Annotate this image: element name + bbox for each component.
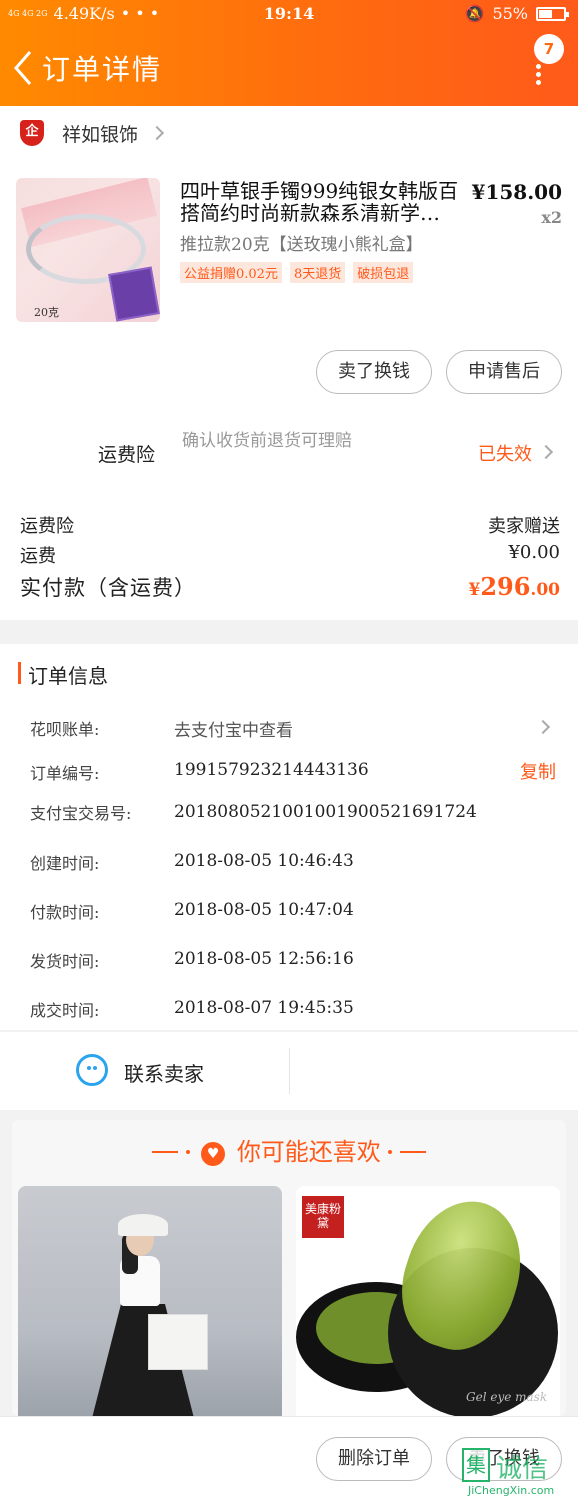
section-title: 订单信息 <box>28 664 108 688</box>
info-label: 付款时间: <box>30 903 100 922</box>
contact-seller-label: 联系卖家 <box>124 1062 204 1086</box>
watermark-text: 诚信 <box>496 1454 549 1484</box>
status-right: 🔕 55% <box>464 4 569 23</box>
total-integer: 296 <box>480 572 531 601</box>
message-count-badge[interactable]: 7 <box>534 34 564 64</box>
info-value: 2018080521001001900521691724 <box>174 802 477 822</box>
watermark-logo: 集 <box>462 1448 490 1482</box>
contact-seller-button[interactable]: 联系卖家 <box>0 1032 290 1110</box>
fee-value: 卖家赠送 <box>488 516 560 537</box>
fee-value: ¥0.00 <box>508 542 560 563</box>
info-label: 花呗账单: <box>30 720 100 739</box>
total-label: 实付款（含运费） <box>20 576 196 600</box>
store-logo-icon: 企 <box>20 120 44 146</box>
battery-fill <box>539 9 553 18</box>
total-amount: ¥296.00 <box>468 572 560 601</box>
title-line-right <box>400 1151 427 1153</box>
info-label: 创建时间: <box>30 854 100 873</box>
insurance-label: 运费险 <box>98 444 156 466</box>
info-value: 2018-08-05 10:46:43 <box>174 851 354 871</box>
info-value: 2018-08-05 12:56:16 <box>174 949 354 969</box>
insurance-description: 确认收货前退货可理赔 <box>182 431 352 451</box>
delete-order-button[interactable]: 删除订单 <box>316 1437 432 1481</box>
total-decimal: .00 <box>530 580 560 600</box>
info-label: 订单编号: <box>30 764 100 783</box>
bag-graphic <box>148 1314 208 1370</box>
more-menu-icon[interactable] <box>536 64 542 85</box>
product-sku: 推拉款20克【送玫瑰小熊礼盒】 <box>180 235 423 255</box>
title-dot-right <box>388 1150 393 1154</box>
recommend-title: 你可能还喜欢 <box>236 1138 381 1166</box>
copy-button[interactable]: 复制 <box>520 758 556 784</box>
product-image-caption: 20克 <box>34 306 59 319</box>
title-line-left <box>151 1151 178 1153</box>
product-title[interactable]: 四叶草银手镯999纯银女韩版百搭简约时尚新款森系清新学… <box>180 180 465 224</box>
recommend-item-card[interactable] <box>18 1186 282 1426</box>
watermark: 集 诚信 JiChengXin.com <box>462 1448 574 1498</box>
status-bar: 4G 4G 2G 4.49K/s • • • 19:14 🔕 55% <box>0 0 578 30</box>
back-button[interactable] <box>10 48 36 88</box>
product-tag: 公益捐赠0.02元 <box>180 262 282 283</box>
battery-icon <box>536 6 569 21</box>
chevron-left-icon <box>14 51 32 85</box>
brand-stamp: 美康粉黛 <box>302 1196 344 1238</box>
fee-label: 运费 <box>20 546 56 567</box>
jar-label: Gel eye mask <box>466 1390 548 1404</box>
section-accent-bar <box>18 662 21 684</box>
info-label: 成交时间: <box>30 1001 100 1020</box>
store-name[interactable]: 祥如银饰 <box>62 120 138 147</box>
watermark-url: JiChengXin.com <box>468 1484 555 1497</box>
info-label: 支付宝交易号: <box>30 804 132 823</box>
hat-graphic <box>118 1214 168 1236</box>
product-tag: 8天退货 <box>289 262 346 283</box>
order-info-card <box>0 644 578 1030</box>
battery-percent: 55% <box>492 4 528 23</box>
info-label: 发货时间: <box>30 952 100 971</box>
info-value: 199157923214443136 <box>174 760 369 780</box>
recommend-item-card[interactable]: 美康粉黛 Gel eye mask <box>296 1186 560 1426</box>
page-title: 订单详情 <box>42 53 163 86</box>
chevron-right-icon <box>149 125 165 141</box>
sell-button[interactable]: 卖了换钱 <box>316 350 432 394</box>
recommend-title-row: ♥ 你可能还喜欢 <box>0 1132 578 1167</box>
divider <box>289 1048 290 1094</box>
mute-icon: 🔕 <box>464 4 485 23</box>
aftersale-button[interactable]: 申请售后 <box>446 350 562 394</box>
product-quantity: x2 <box>541 208 562 227</box>
fee-label: 运费险 <box>20 516 74 537</box>
giftbox-graphic <box>108 266 160 322</box>
product-price: ¥158.00 <box>471 180 562 204</box>
product-image[interactable]: 20克 <box>16 178 160 322</box>
total-currency: ¥ <box>468 580 481 600</box>
product-tags: 公益捐赠0.02元 8天退货 破损包退 <box>180 262 414 283</box>
store-row[interactable]: 企 祥如银饰 <box>0 110 578 160</box>
info-value: 2018-08-07 19:45:35 <box>174 998 354 1018</box>
heart-icon: ♥ <box>201 1142 226 1166</box>
title-dot-left <box>185 1150 190 1154</box>
chat-face-icon <box>76 1054 108 1086</box>
info-value: 2018-08-05 10:47:04 <box>174 900 354 920</box>
info-value[interactable]: 去支付宝中查看 <box>174 716 293 741</box>
product-tag: 破损包退 <box>353 262 414 283</box>
insurance-status[interactable]: 已失效 <box>478 440 532 466</box>
app-header: 4G 4G 2G 4.49K/s • • • 19:14 🔕 55% 订单详情 … <box>0 0 578 106</box>
